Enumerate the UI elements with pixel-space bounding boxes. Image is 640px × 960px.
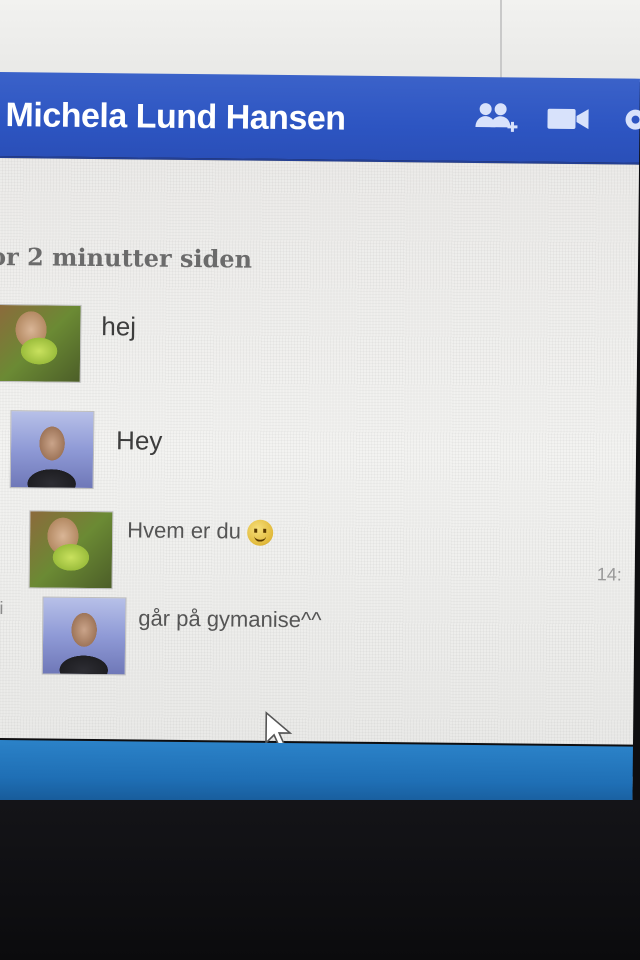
gear-icon[interactable] (615, 100, 640, 138)
browser-top-area (0, 0, 640, 82)
my-avatar[interactable] (9, 410, 95, 490)
contact-name[interactable]: Michela Lund Hansen (5, 96, 345, 139)
my-avatar[interactable] (41, 596, 127, 676)
message-text: hej (101, 311, 137, 342)
video-call-icon[interactable] (545, 100, 591, 138)
contact-avatar[interactable] (28, 510, 114, 590)
chat-header[interactable]: Michela Lund Hansen (0, 72, 640, 165)
smiley-icon (246, 519, 274, 547)
taskbar (0, 739, 633, 809)
message-text: Hey (115, 425, 163, 456)
chat-window: Michela Lund Hansen or 2 minutter siden … (0, 72, 640, 833)
message-time: 14: (596, 564, 622, 585)
message-row: Hvem er du (127, 517, 274, 547)
timestamp-header: or 2 minutter siden (0, 241, 253, 274)
message-text: Hvem er du (127, 517, 242, 544)
cropped-text: e (0, 558, 1, 579)
message-text: går på gymanise^^ (138, 605, 322, 633)
window-divider (500, 0, 502, 78)
contact-avatar[interactable] (0, 303, 82, 383)
chat-message-area[interactable]: or 2 minutter siden 14: e vi hej Hey Hve… (0, 157, 640, 833)
cropped-text: vi (0, 597, 4, 619)
add-friend-icon[interactable] (473, 99, 519, 137)
monitor-bezel (0, 800, 640, 960)
